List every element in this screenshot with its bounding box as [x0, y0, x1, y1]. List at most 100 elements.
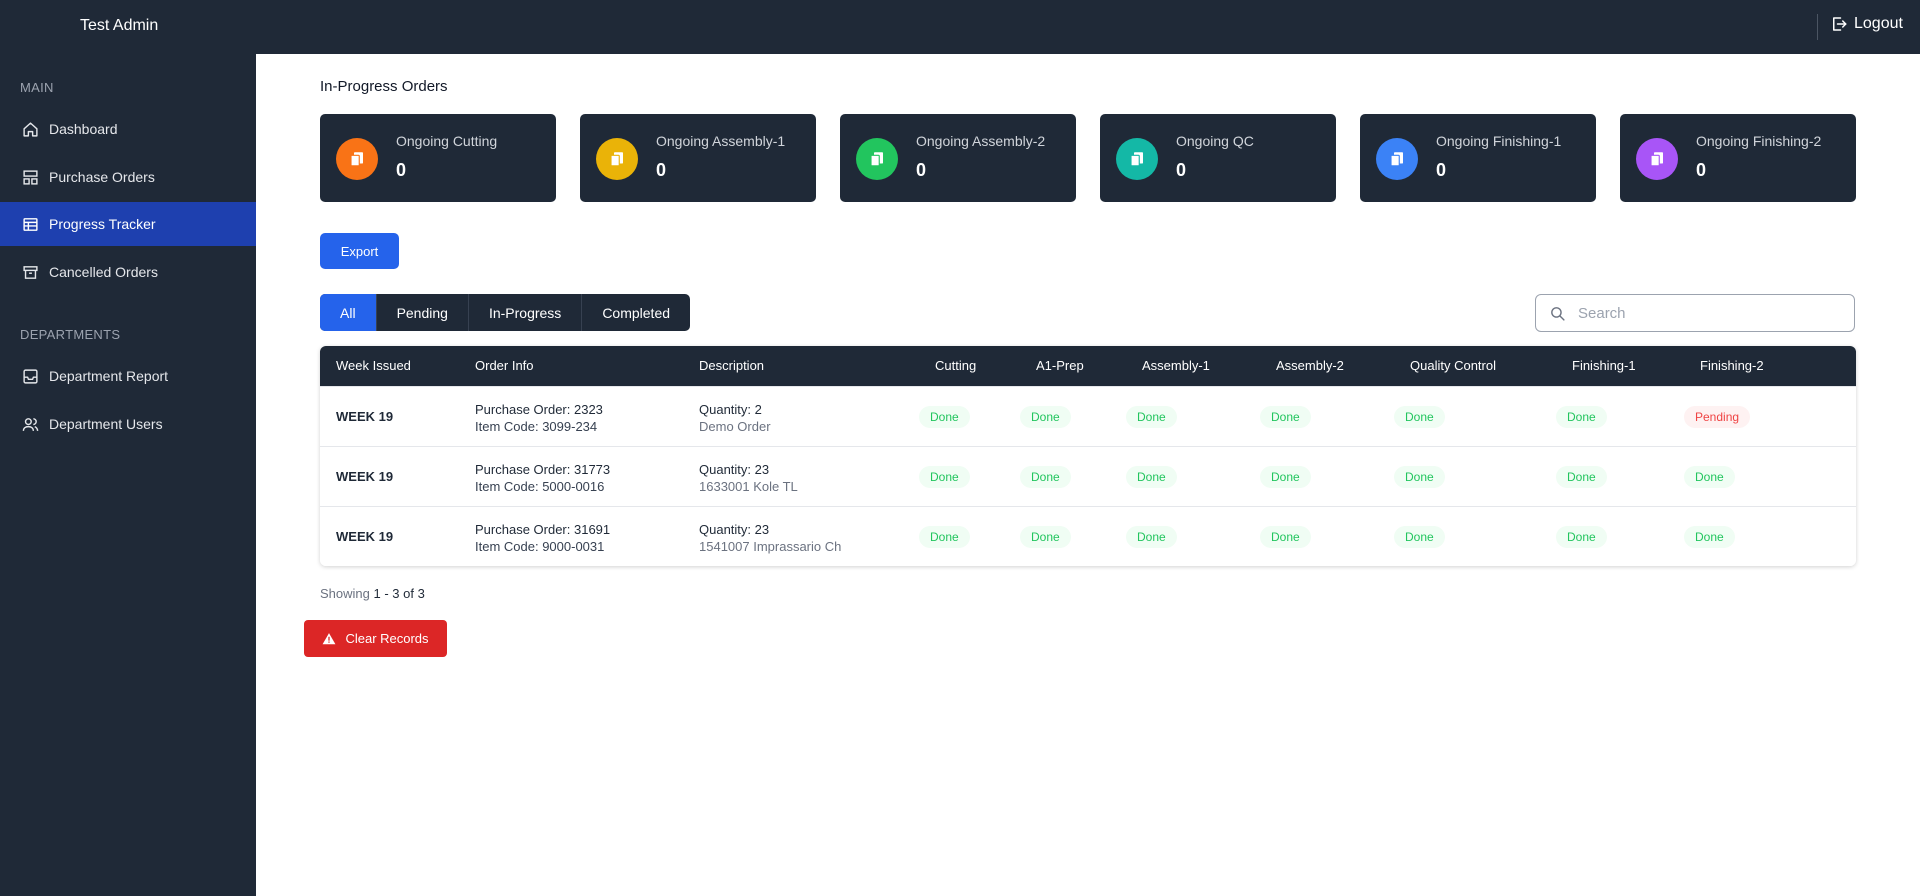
warning-icon	[323, 632, 336, 644]
col-week-issued: Week Issued	[336, 358, 411, 373]
filter-in-progress[interactable]: In-Progress	[469, 294, 583, 331]
stat-value: 0	[1176, 160, 1187, 180]
sidebar-item-label: Purchase Orders	[49, 169, 155, 185]
sidebar-section-main: MAIN	[20, 80, 54, 95]
stat-label: Ongoing Assembly-2	[916, 133, 1046, 149]
status-filter-group: All Pending In-Progress Completed	[320, 294, 691, 331]
sidebar-item-department-users[interactable]: Department Users	[0, 402, 256, 446]
col-finishing-2: Finishing-2	[1700, 358, 1764, 373]
logout-label: Logout	[1854, 15, 1903, 32]
copy-icon	[596, 138, 638, 180]
order-info: Purchase Order: 31691 Item Code: 9000-00…	[475, 521, 610, 555]
table-icon	[23, 217, 38, 231]
sidebar-item-label: Dashboard	[49, 121, 118, 137]
export-button[interactable]: Export	[320, 233, 399, 269]
stat-label: Ongoing Finishing-2	[1696, 133, 1822, 149]
description: Quantity: 23 1633001 Kole TL	[699, 461, 798, 495]
sidebar-item-department-report[interactable]: Department Report	[0, 354, 256, 398]
week-issued: WEEK 19	[336, 469, 394, 484]
copy-icon	[856, 138, 898, 180]
logout-button[interactable]: Logout	[1830, 15, 1903, 33]
status-badge-assembly-2: Done	[1260, 466, 1311, 488]
brand-name: Test Admin	[80, 17, 159, 34]
week-issued: WEEK 19	[336, 529, 394, 544]
filter-all[interactable]: All	[320, 294, 377, 331]
logout-icon	[1833, 17, 1847, 31]
status-badge-a1-prep: Done	[1020, 406, 1071, 428]
description: Quantity: 2 Demo Order	[699, 401, 771, 435]
quantity: Quantity: 23	[699, 522, 770, 537]
sidebar-item-dashboard[interactable]: Dashboard	[0, 107, 256, 151]
week-issued: WEEK 19	[336, 409, 394, 424]
sidebar-item-label: Department Users	[49, 416, 163, 432]
sidebar-item-progress-tracker[interactable]: Progress Tracker	[0, 202, 256, 246]
sidebar-item-label: Progress Tracker	[49, 216, 156, 232]
purchase-order: Purchase Order: 31691	[475, 522, 611, 537]
stat-value: 0	[1436, 160, 1447, 180]
stat-label: Ongoing Finishing-1	[1436, 133, 1562, 149]
order-info: Purchase Order: 31773 Item Code: 5000-00…	[475, 461, 610, 495]
filter-pending[interactable]: Pending	[377, 294, 469, 331]
stat-label: Ongoing QC	[1176, 133, 1254, 149]
sidebar-item-purchase-orders[interactable]: Purchase Orders	[0, 155, 256, 199]
status-badge-cutting: Done	[919, 466, 970, 488]
pagination-summary: Showing 1 - 3 of 3	[320, 586, 425, 601]
stat-label: Ongoing Assembly-1	[656, 133, 786, 149]
status-badge-assembly-1: Done	[1126, 406, 1177, 428]
status-badge-finishing-1: Done	[1556, 466, 1607, 488]
sidebar-item-label: Cancelled Orders	[49, 264, 158, 280]
copy-icon	[1636, 138, 1678, 180]
layout-icon	[23, 169, 38, 185]
search-input[interactable]	[1578, 304, 1838, 322]
stat-value: 0	[656, 160, 667, 180]
description-text: 1633001 Kole TL	[699, 479, 798, 494]
col-description: Description	[699, 358, 765, 373]
sidebar-section-departments: DEPARTMENTS	[20, 327, 121, 342]
filter-completed[interactable]: Completed	[582, 294, 690, 331]
home-icon	[23, 121, 38, 137]
copy-icon	[1376, 138, 1418, 180]
stat-card-assembly-2: Ongoing Assembly-2 0	[840, 114, 1076, 202]
stat-card-finishing-2: Ongoing Finishing-2 0	[1620, 114, 1856, 202]
stat-card-qc: Ongoing QC 0	[1100, 114, 1336, 202]
main-content: In-Progress Orders Ongoing Cutting 0 Ong…	[256, 54, 1920, 896]
users-icon	[22, 417, 39, 431]
clear-records-button[interactable]: Clear Records	[304, 620, 447, 657]
col-order-info: Order Info	[475, 358, 534, 373]
table-row[interactable]: WEEK 19 Purchase Order: 2323 Item Code: …	[320, 386, 1856, 446]
purchase-order: Purchase Order: 2323	[475, 402, 603, 417]
orders-table: Week Issued Order Info Description Cutti…	[320, 346, 1856, 566]
status-badge-a1-prep: Done	[1020, 526, 1071, 548]
stat-value: 0	[916, 160, 927, 180]
table-row[interactable]: WEEK 19 Purchase Order: 31691 Item Code:…	[320, 506, 1856, 566]
sidebar-item-cancelled-orders[interactable]: Cancelled Orders	[0, 250, 256, 294]
status-badge-quality-control: Done	[1394, 526, 1445, 548]
sidebar: MAIN Dashboard Purchase Orders Progress …	[0, 54, 256, 896]
description-text: Demo Order	[699, 419, 771, 434]
status-badge-quality-control: Done	[1394, 406, 1445, 428]
status-badge-finishing-2: Pending	[1684, 406, 1751, 428]
stat-value: 0	[396, 160, 407, 180]
section-title: In-Progress Orders	[320, 78, 448, 95]
item-code: Item Code: 3099-234	[475, 419, 598, 434]
quantity: Quantity: 23	[699, 462, 770, 477]
stat-value: 0	[1696, 160, 1707, 180]
copy-icon	[336, 138, 378, 180]
col-quality-control: Quality Control	[1410, 358, 1496, 373]
col-assembly-2: Assembly-2	[1276, 358, 1344, 373]
showing-range: 1 - 3 of 3	[373, 586, 425, 601]
stat-label: Ongoing Cutting	[396, 133, 498, 149]
col-a1-prep: A1-Prep	[1036, 358, 1084, 373]
status-badge-finishing-2: Done	[1684, 526, 1735, 548]
copy-icon	[1116, 138, 1158, 180]
status-badge-cutting: Done	[919, 406, 970, 428]
item-code: Item Code: 5000-0016	[475, 479, 605, 494]
purchase-order: Purchase Order: 31773	[475, 462, 611, 477]
table-header: Week Issued Order Info Description Cutti…	[320, 346, 1856, 386]
description-text: 1541007 Imprassario Ch	[699, 539, 842, 554]
table-row[interactable]: WEEK 19 Purchase Order: 31773 Item Code:…	[320, 446, 1856, 506]
order-info: Purchase Order: 2323 Item Code: 3099-234	[475, 401, 603, 435]
sidebar-item-label: Department Report	[49, 368, 169, 384]
search-icon	[1551, 306, 1565, 321]
col-finishing-1: Finishing-1	[1572, 358, 1636, 373]
